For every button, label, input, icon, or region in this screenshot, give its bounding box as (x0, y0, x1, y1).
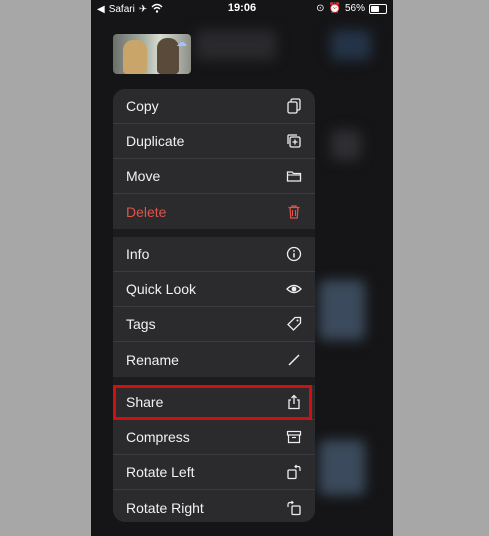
rotate-left-icon (285, 463, 303, 481)
rotate-right-icon (285, 499, 303, 517)
share-highlight-box (113, 385, 312, 420)
context-menu: Copy Duplicate Move Delete Info Quick Lo… (113, 89, 315, 522)
menu-item-rotate-right[interactable]: Rotate Right (113, 490, 315, 522)
menu-item-label: Rotate Left (126, 464, 195, 480)
menu-group-divider (113, 229, 315, 237)
menu-item-label: Tags (126, 316, 156, 332)
menu-item-compress[interactable]: Compress (113, 420, 315, 455)
photo-person (123, 40, 147, 74)
blurred-file-thumbnail (319, 280, 365, 340)
tag-icon (285, 315, 303, 333)
menu-item-label: Delete (126, 203, 167, 220)
battery-percent: 56% (344, 3, 365, 14)
menu-item-label: Move (126, 168, 161, 184)
menu-item-tags[interactable]: Tags (113, 307, 315, 342)
menu-item-label: Copy (126, 98, 159, 114)
orientation-lock-icon: ⊙ (316, 3, 325, 14)
menu-item-quick-look[interactable]: Quick Look (113, 272, 315, 307)
status-bar: ◀ Safari ✈ 19:06 ⊙ ⏰ 56% (91, 0, 393, 18)
file-preview-thumbnail: ☁ (113, 34, 191, 74)
menu-item-label: Info (126, 246, 150, 262)
trash-icon (285, 203, 303, 221)
menu-item-info[interactable]: Info (113, 237, 315, 272)
menu-item-copy[interactable]: Copy (113, 89, 315, 124)
battery-icon (369, 3, 387, 14)
eye-icon (285, 280, 303, 298)
menu-item-label: Duplicate (126, 133, 185, 149)
menu-item-duplicate[interactable]: Duplicate (113, 124, 315, 159)
copy-icon (285, 97, 303, 115)
blurred-title (196, 30, 276, 60)
menu-item-rotate-left[interactable]: Rotate Left (113, 455, 315, 490)
menu-item-label: Rotate Right (126, 499, 204, 516)
blurred-icon (331, 130, 361, 160)
pencil-icon (285, 351, 303, 369)
folder-icon (285, 167, 303, 185)
menu-item-move[interactable]: Move (113, 159, 315, 194)
blurred-button (331, 30, 371, 60)
duplicate-icon (285, 132, 303, 150)
info-icon (285, 245, 303, 263)
menu-item-label: Rename (126, 351, 179, 368)
blurred-file-thumbnail (319, 440, 365, 495)
menu-item-label: Quick Look (126, 281, 197, 297)
icloud-icon: ☁ (176, 37, 187, 49)
menu-item-delete[interactable]: Delete (113, 194, 315, 229)
phone-screen: ◀ Safari ✈ 19:06 ⊙ ⏰ 56% ☁ Copy Duplicat… (91, 0, 393, 536)
menu-group-divider (113, 377, 315, 385)
alarm-icon: ⏰ (328, 3, 341, 14)
archive-icon (285, 428, 303, 446)
menu-item-rename[interactable]: Rename (113, 342, 315, 377)
menu-item-label: Compress (126, 429, 190, 445)
